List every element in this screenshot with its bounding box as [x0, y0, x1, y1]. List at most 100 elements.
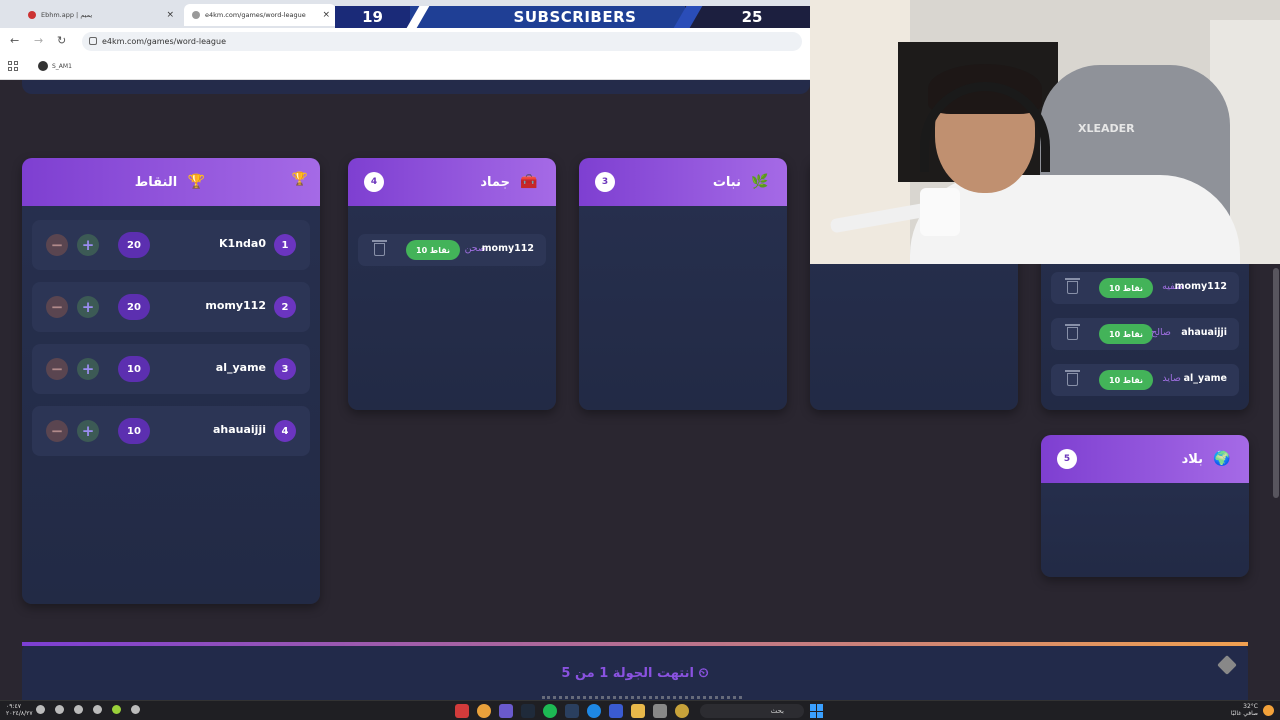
player-name: ahauaijji: [212, 423, 266, 436]
tab-close-icon[interactable]: ×: [166, 10, 174, 20]
browser-tab-active[interactable]: e4km.com/games/word-league ×: [184, 4, 336, 26]
player-points: 20: [118, 232, 150, 258]
chair-logo: XLEADER: [1078, 122, 1135, 135]
chrome-icon[interactable]: [477, 704, 491, 718]
app-icon[interactable]: [499, 704, 513, 718]
decrease-score-button[interactable]: −: [46, 296, 68, 318]
score-row: − + 20 K1nda0 1: [32, 220, 310, 270]
decrease-score-button[interactable]: −: [46, 420, 68, 442]
category-count-badge: 5: [1057, 449, 1077, 469]
category-header: 5 بلاد 🌍: [1041, 435, 1249, 483]
scores-title: النقاط: [134, 174, 178, 190]
tray-icons: [36, 705, 140, 714]
score-row: − + 10 ahauaijji 4: [32, 406, 310, 456]
taskbar-search[interactable]: بحث: [700, 704, 804, 718]
bookmarks-bar: S_AM1: [0, 55, 810, 80]
tab-label: e4km.com/games/word-league: [205, 11, 306, 19]
clock-time: ٠٩:٤٧: [6, 703, 21, 710]
player-name: K1nda0: [219, 237, 266, 250]
back-icon[interactable]: ←: [10, 34, 19, 47]
subscribers-current: 19: [335, 6, 410, 28]
clock-date: ٢٠٢٤/٨/٢٧: [6, 710, 33, 717]
taskbar-clock[interactable]: ٠٩:٤٧ ٢٠٢٤/٨/٢٧: [6, 703, 33, 717]
edge-icon[interactable]: [587, 704, 601, 718]
points-pill: 10 نقاط: [406, 240, 460, 260]
page-top-strip: [22, 80, 810, 94]
round-status-text: انتهت الجولة 1 من 5 ⏲: [22, 666, 1248, 681]
webcam-overlay: XLEADER: [810, 0, 1280, 264]
app-icon[interactable]: [653, 704, 667, 718]
answer-player: ahauaijji: [1181, 327, 1227, 338]
round-status-label: انتهت الجولة 1 من 5: [561, 666, 694, 681]
toolbox-icon: 🧰: [520, 174, 538, 190]
trophy-icon: 🏆: [187, 174, 205, 190]
answer-player: momy112: [1174, 281, 1227, 292]
weather-desc: صافي غالبًا: [1230, 710, 1258, 717]
category-card-nabat: 3 نبات 🌿: [579, 158, 787, 410]
answer-word: صايد: [1162, 373, 1181, 384]
trash-icon[interactable]: [1065, 370, 1080, 386]
player-points: 10: [118, 418, 150, 444]
folder-icon[interactable]: [631, 704, 645, 718]
page-scrollbar[interactable]: [1272, 264, 1280, 700]
answer-player: al_yame: [1183, 373, 1227, 384]
answer-entry: 10 نقاط صايد al_yame: [1051, 364, 1239, 396]
decrease-score-button[interactable]: −: [46, 234, 68, 256]
category-title: جماد: [480, 174, 510, 190]
address-bar[interactable]: e4km.com/games/word-league: [82, 32, 802, 51]
app-icon[interactable]: [609, 704, 623, 718]
scrollbar-thumb[interactable]: [1273, 268, 1279, 498]
plant-icon: 🌿: [751, 174, 769, 190]
bookmark-item[interactable]: S_AM1: [38, 61, 72, 71]
answer-entry: 10 نقاط صالح ahauaijji: [1051, 318, 1239, 350]
globe-icon: 🌍: [1213, 451, 1231, 467]
apps-grid-icon[interactable]: [8, 61, 18, 71]
points-pill: 10 نقاط: [1099, 370, 1153, 390]
category-card-bilad: 5 بلاد 🌍: [1041, 435, 1249, 577]
tab-label: Ebhm.app | يميم: [41, 11, 93, 19]
app-icon[interactable]: [521, 704, 535, 718]
category-card-jamad: 4 جماد 🧰 10 نقاط صحن momy112: [348, 158, 556, 410]
browser-tab[interactable]: Ebhm.app | يميم ×: [20, 4, 180, 26]
steam-icon[interactable]: [565, 704, 579, 718]
tab-close-icon[interactable]: ×: [322, 10, 330, 20]
trash-icon[interactable]: [372, 240, 387, 256]
spotify-icon[interactable]: [543, 704, 557, 718]
answer-player: momy112: [481, 243, 534, 254]
points-pill: 10 نقاط: [1099, 278, 1153, 298]
weather-widget[interactable]: 32°C صافي غالبًا: [1231, 703, 1258, 717]
timer-icon: ⏲: [698, 666, 709, 681]
app-icon[interactable]: [455, 704, 469, 718]
player-name: al_yame: [215, 361, 266, 374]
points-pill: 10 نقاط: [1099, 324, 1153, 344]
answer-word: صالح: [1151, 327, 1171, 338]
site-info-icon[interactable]: [89, 37, 97, 45]
player-rank: 3: [274, 358, 296, 380]
increase-score-button[interactable]: +: [77, 234, 99, 256]
bookmark-label: S_AM1: [52, 62, 72, 70]
sun-icon[interactable]: [675, 704, 689, 718]
increase-score-button[interactable]: +: [77, 358, 99, 380]
player-name: momy112: [205, 299, 266, 312]
language-icon[interactable]: [74, 705, 83, 714]
mic-tray-icon[interactable]: [93, 705, 102, 714]
score-row: − + 10 al_yame 3: [32, 344, 310, 394]
windows-start-icon[interactable]: [810, 704, 824, 718]
volume-icon[interactable]: [36, 705, 45, 714]
weather-temp: 32°C: [1243, 703, 1258, 710]
taskbar-apps: [455, 704, 689, 718]
reload-icon[interactable]: ↻: [57, 34, 66, 47]
forward-icon[interactable]: →: [34, 34, 43, 47]
chevron-up-icon[interactable]: [131, 705, 140, 714]
increase-score-button[interactable]: +: [77, 296, 99, 318]
category-header: 3 نبات 🌿: [579, 158, 787, 206]
decrease-score-button[interactable]: −: [46, 358, 68, 380]
scores-header: النقاط 🏆 🏆: [22, 158, 320, 206]
trash-icon[interactable]: [1065, 324, 1080, 340]
subscribers-overlay: 19 SUBSCRIBERS 25: [335, 6, 810, 28]
increase-score-button[interactable]: +: [77, 420, 99, 442]
trash-icon[interactable]: [1065, 278, 1080, 294]
network-icon[interactable]: [55, 705, 64, 714]
app-tray-icon[interactable]: [112, 705, 121, 714]
player-rank: 1: [274, 234, 296, 256]
